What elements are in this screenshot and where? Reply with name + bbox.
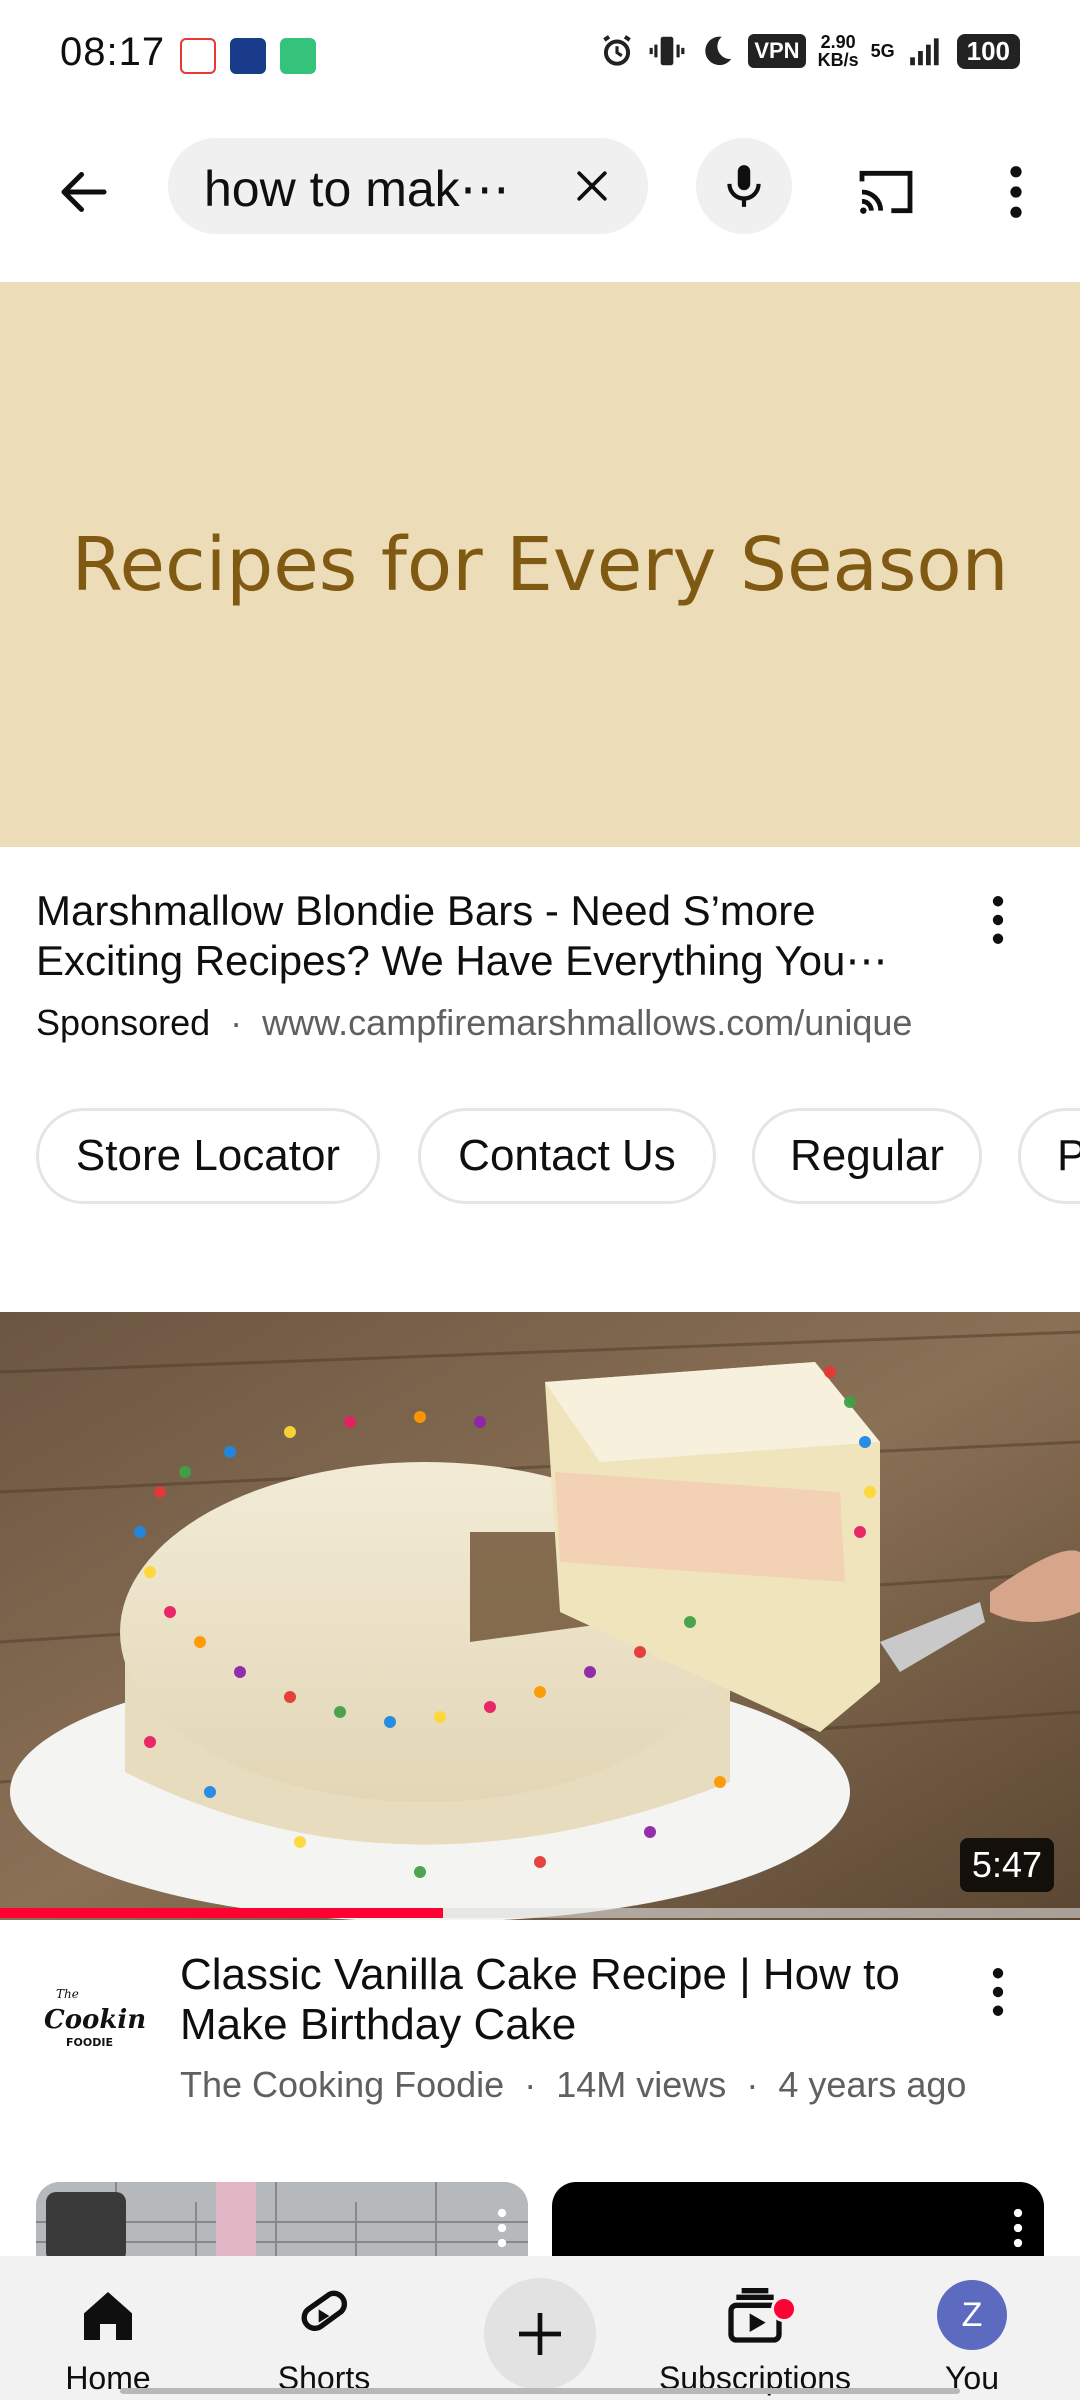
upload-age: 4 years ago [778,2064,967,2105]
cast-button[interactable] [846,152,926,232]
vertical-dots-icon [1010,166,1022,218]
search-input[interactable]: how to mak⋯ [168,138,648,234]
nav-subscriptions[interactable]: Subscriptions [659,2256,851,2400]
watch-progress-bar [0,1908,1080,1918]
logo-the-text: The [56,1987,79,2001]
vibrate-icon [649,36,685,66]
logo-sub-text: FOODIE [66,2036,113,2049]
ad-more-button[interactable] [958,880,1038,960]
microphone-icon [727,165,761,207]
vertical-dots-icon[interactable] [496,2208,508,2248]
channel-avatar[interactable]: The Cooking FOODIE [36,1968,146,2078]
sponsored-label: Sponsored [36,1002,211,1043]
chip-partial[interactable]: P [1018,1108,1080,1204]
next-video-thumbnail [36,2182,528,2262]
chip-store-locator[interactable]: Store Locator [36,1108,380,1204]
network-speed: 2.90 KB/s [818,33,859,69]
ad-info[interactable]: Marshmallow Blondie Bars - Need S’more E… [36,886,936,1044]
next-video-card[interactable] [36,2182,528,2262]
search-query-text: how to mak⋯ [204,161,510,217]
chip-regular[interactable]: Regular [752,1108,982,1204]
vertical-dots-icon [992,896,1004,944]
clear-search-button[interactable] [564,158,620,214]
bottom-navigation: Home Shorts Subscriptions Z You [0,2256,1080,2400]
system-icons: VPN 2.90 KB/s 5G 100 [598,32,1020,70]
ad-sitelink-chips: Store Locator Contact Us Regular P [36,1108,1080,1208]
do-not-disturb-moon-icon [705,36,732,66]
subscriptions-icon [715,2276,797,2356]
gesture-bar [120,2388,960,2394]
status-bar: 08:17 VPN 2.90 KB/s 5G 100 [0,0,1080,112]
video-meta: The Cooking Foodie · 14M views · 4 years… [180,2064,966,2106]
cooking-foodie-logo: The Cooking FOODIE [44,1987,146,2049]
app-notification-icon [180,38,216,74]
vpn-badge: VPN [748,34,806,68]
speed-value: 2.90 [820,32,856,52]
search-header: how to mak⋯ [0,112,1080,280]
next-short-card[interactable] [552,2182,1044,2262]
meta-separator: · [230,1002,243,1043]
network-type: 5G [870,40,895,61]
nav-you[interactable]: Z You [912,2256,1032,2400]
video-thumbnail[interactable]: 5:47 [0,1312,1080,1920]
nav-home[interactable]: Home [48,2256,168,2400]
video-duration-badge: 5:47 [959,1838,1054,1892]
notification-icons [180,38,316,74]
shorts-icon [284,2276,364,2356]
meta-separator: · [524,2064,537,2105]
ad-banner[interactable]: Recipes for Every Season [0,282,1080,847]
back-arrow-icon [61,172,107,212]
channel-name[interactable]: The Cooking Foodie [180,2064,504,2105]
video-more-button[interactable] [958,1952,1038,2032]
ad-meta: Sponsored · www.campfiremarshmallows.com… [36,1002,936,1044]
speed-unit: KB/s [817,50,859,70]
close-icon [577,171,607,201]
view-count: 14M views [556,2064,727,2105]
cake-thumbnail-image [0,1312,1080,1920]
vertical-dots-icon[interactable] [1012,2208,1024,2248]
ad-title: Marshmallow Blondie Bars - Need S’more E… [36,887,888,984]
alarm-icon [603,35,632,66]
home-icon [68,2276,148,2356]
voice-search-button[interactable] [696,138,792,234]
signal-icon [909,38,939,66]
meta-separator: · [746,2064,759,2105]
more-options-button[interactable] [976,152,1056,232]
cat-app-notification-icon [230,38,266,74]
green-app-notification-icon [280,38,316,74]
video-title[interactable]: Classic Vanilla Cake Recipe | How to Mak… [180,1950,940,2050]
watch-progress-fill [0,1908,443,1918]
nav-shorts[interactable]: Shorts [264,2256,384,2400]
ad-url: www.campfiremarshmallows.com/unique [262,1002,913,1043]
logo-main-text: Cooking [44,2005,146,2035]
vertical-dots-icon [992,1968,1004,2016]
you-avatar: Z [937,2280,1007,2350]
back-button[interactable] [44,152,124,232]
plus-icon [519,2313,561,2355]
create-button[interactable] [484,2278,596,2390]
chip-contact-us[interactable]: Contact Us [418,1108,716,1204]
battery-indicator: 100 [956,33,1020,69]
ad-banner-text: Recipes for Every Season [71,521,1009,608]
status-time: 08:17 [60,30,166,74]
notification-dot [771,2296,797,2322]
cast-icon [859,170,913,214]
